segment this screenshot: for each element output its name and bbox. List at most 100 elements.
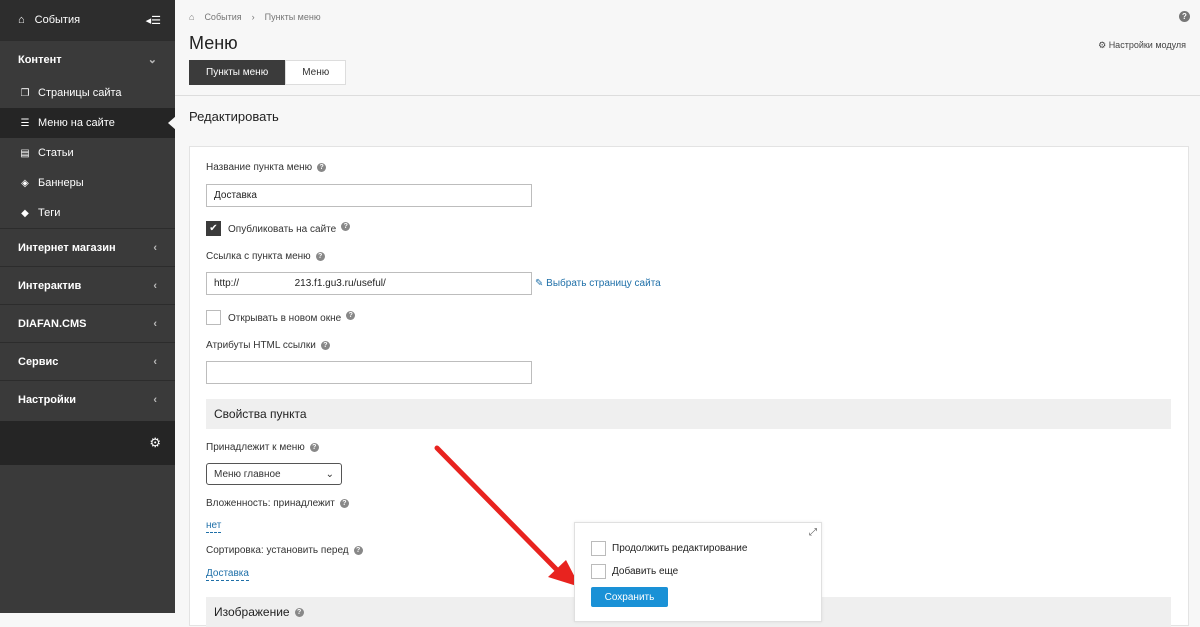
props-section-header: Свойства пункта [206,399,1171,429]
help-icon[interactable]: ? [294,607,304,617]
home-icon: ⌂ [189,12,195,22]
attrs-label: Атрибуты HTML ссылки? [206,340,330,351]
image-section-label: Изображение [214,605,290,619]
continue-editing-option[interactable]: Продолжить редактирование [591,541,747,556]
add-more-option[interactable]: Добавить еще [591,564,678,579]
belongs-select[interactable]: Меню главное ⌄ [206,463,342,485]
sidebar-item-tags[interactable]: ◆ Теги [0,198,175,228]
module-settings-label: Настройки модуля [1108,40,1186,50]
name-label-text: Название пункта меню [206,162,313,173]
sidebar-item-label: Статьи [38,147,74,159]
link-label: Ссылка с пункта меню? [206,251,325,262]
article-icon: ▤ [20,147,30,159]
sidebar-section-label: Сервис [18,355,59,368]
breadcrumb-home[interactable]: События [204,12,241,22]
help-icon[interactable]: ? [339,499,349,508]
divider [175,95,1200,96]
name-input[interactable]: Доставка [206,184,532,207]
pick-page-label: Выбрать страницу сайта [546,278,661,289]
tabs: Пункты меню Меню [189,60,347,85]
sidebar-section-label: Интерактив [18,279,82,292]
continue-editing-label: Продолжить редактирование [612,543,748,554]
help-icon[interactable]: ? [309,443,319,452]
help-icon[interactable]: ? [346,311,356,320]
help-icon[interactable]: ? [317,163,327,172]
attrs-label-text: Атрибуты HTML ссылки [206,340,316,351]
chevron-left-icon: ‹ [153,279,157,292]
sidebar-section-label: Настройки [18,393,77,406]
sidebar-settings-gear[interactable]: ⚙ [0,421,175,465]
chevron-left-icon: ‹ [153,393,157,406]
chevron-down-icon: ⌄ [147,54,157,66]
sidebar-item-label: Баннеры [38,177,84,189]
tag-icon: ◆ [21,207,29,219]
new-window-label: Открывать в новом окне? [228,311,356,324]
publish-label-text: Опубликовать на сайте [228,224,337,235]
pencil-icon: ✎ [535,278,544,289]
banner-icon: ◈ [21,177,29,189]
nesting-label: Вложенность: принадлежит? [206,498,349,509]
sidebar-item-label: Страницы сайта [38,87,122,99]
name-label: Название пункта меню? [206,162,327,173]
sidebar-section-diafan[interactable]: DIAFAN.CMS ‹ [0,304,175,342]
breadcrumb-current: Пункты меню [264,12,321,22]
sort-label-text: Сортировка: установить перед [206,545,349,556]
sidebar-section-interactive[interactable]: Интерактив ‹ [0,266,175,304]
pages-icon: ❐ [20,87,30,99]
belongs-label-text: Принадлежит к меню [206,442,305,453]
sidebar-events-label: События [34,14,81,26]
home-icon: ⌂ [18,14,25,26]
sidebar-item-pages[interactable]: ❐ Страницы сайта [0,78,175,108]
sort-label: Сортировка: установить перед? [206,545,363,556]
section-title: Редактировать [189,109,279,124]
sidebar: ⌂ События ◂☰ Контент ⌄ ❐ Страницы сайта … [0,0,176,613]
help-icon[interactable]: ? [320,341,330,350]
add-more-checkbox[interactable] [591,564,606,579]
chevron-left-icon: ‹ [153,241,157,254]
gear-icon: ⚙ [1098,40,1107,50]
save-button[interactable]: Сохранить [591,587,668,607]
sort-link[interactable]: Доставка [206,568,249,581]
collapse-menu-icon[interactable]: ◂☰ [146,14,161,27]
pick-page-link[interactable]: ✎ Выбрать страницу сайта [535,278,661,289]
belongs-select-value: Меню главное [214,468,281,480]
sidebar-section-label: Контент [18,53,62,66]
nesting-label-text: Вложенность: принадлежит [206,498,335,509]
module-settings-link[interactable]: ⚙ Настройки модуля [1098,40,1186,51]
help-icon[interactable]: ? [353,546,363,555]
sidebar-section-settings[interactable]: Настройки ‹ [0,380,175,418]
sidebar-events-item[interactable]: ⌂ События ◂☰ [0,0,175,40]
tab-menu-items[interactable]: Пункты меню [189,60,286,85]
menu-list-icon: ☰ [20,117,30,129]
chevron-down-icon: ⌄ [325,468,334,480]
help-icon[interactable]: ? [315,252,325,261]
publish-checkbox[interactable]: ✔ [206,221,221,236]
chevron-left-icon: ‹ [153,355,157,368]
sidebar-item-site-menu[interactable]: ☰ Меню на сайте [0,108,176,138]
continue-editing-checkbox[interactable] [591,541,606,556]
sidebar-section-service[interactable]: Сервис ‹ [0,342,175,380]
belongs-label: Принадлежит к меню? [206,442,319,453]
sidebar-section-label: DIAFAN.CMS [18,317,87,330]
help-icon[interactable]: ? [341,222,351,231]
link-input[interactable]: http:// 213.f1.gu3.ru/useful/ [206,272,532,295]
new-window-label-text: Открывать в новом окне [228,313,342,324]
publish-label: Опубликовать на сайте? [228,222,351,235]
tab-menu[interactable]: Меню [285,60,347,85]
attrs-input[interactable] [206,361,532,384]
nesting-link[interactable]: нет [206,520,222,533]
save-panel: ⤢ Продолжить редактирование Добавить еще… [574,522,822,622]
link-label-text: Ссылка с пункта меню [206,251,311,262]
sidebar-item-label: Меню на сайте [38,117,115,129]
page-title: Меню [189,33,238,53]
sidebar-section-content[interactable]: Контент ⌄ [0,40,175,78]
sidebar-item-articles[interactable]: ▤ Статьи [0,138,175,168]
sidebar-item-banners[interactable]: ◈ Баннеры [0,168,175,198]
expand-icon[interactable]: ⤢ [809,527,817,538]
chevron-right-icon: › [251,12,255,22]
help-icon[interactable]: ? [1179,11,1190,22]
chevron-left-icon: ‹ [153,317,157,330]
sidebar-section-shop[interactable]: Интернет магазин ‹ [0,228,175,266]
new-window-checkbox[interactable] [206,310,221,325]
sidebar-item-label: Теги [38,207,61,219]
